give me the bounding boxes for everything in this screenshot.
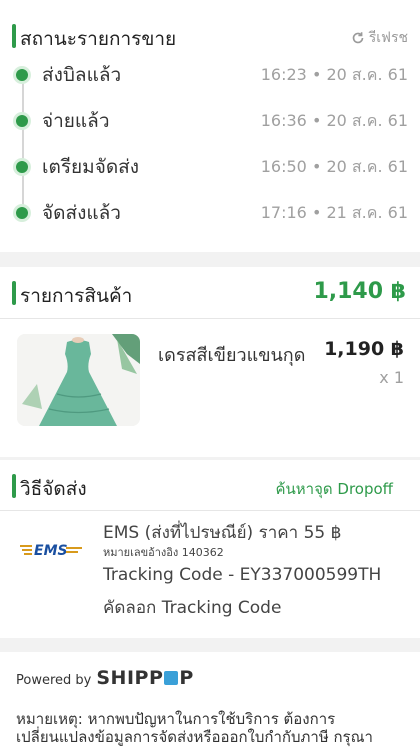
- divider: [0, 318, 420, 319]
- ems-logo: EMS: [20, 543, 82, 559]
- status-step: เตรียมจัดส่ง 16:50 • 20 ส.ค. 61: [16, 152, 408, 182]
- section-accent-bar: [12, 24, 16, 48]
- step-dot: [16, 207, 28, 219]
- refresh-label: รีเฟรช: [368, 30, 408, 46]
- step-label: ส่งบิลแล้ว: [42, 64, 122, 86]
- shippop-logo: SHIPP P: [96, 667, 193, 689]
- tracking-code: Tracking Code - EY337000599TH: [103, 565, 382, 585]
- product-name: เดรสสีเขียวแขนกุด: [158, 345, 306, 366]
- shipping-title: วิธีจัดส่ง: [20, 478, 87, 500]
- product-quantity: x 1: [379, 368, 404, 387]
- dress-image: [17, 334, 140, 426]
- step-dot: [16, 115, 28, 127]
- ems-logo-text: EMS: [34, 543, 68, 559]
- footer-note: หมายเหตุ: หากพบปัญหาในการใช้บริการ ต้องก…: [16, 710, 373, 746]
- status-step: จัดส่งแล้ว 17:16 • 21 ส.ค. 61: [16, 198, 408, 228]
- refresh-button[interactable]: รีเฟรช: [351, 27, 408, 49]
- step-time: 16:23 • 20 ส.ค. 61: [260, 64, 408, 84]
- powered-by: Powered by SHIPP P: [16, 667, 194, 689]
- refresh-icon: [352, 32, 364, 44]
- powered-by-label: Powered by: [16, 673, 92, 688]
- product-price: 1,190 ฿: [324, 338, 404, 360]
- shipping-reference: หมายเลขอ้างอิง 140362: [103, 546, 224, 559]
- step-label: เตรียมจัดส่ง: [42, 156, 140, 178]
- shipping-method: EMS (ส่งที่ไปรษณีย์) ราคา 55 ฿: [103, 523, 342, 543]
- divider: [0, 510, 420, 511]
- step-label: จัดส่งแล้ว: [42, 202, 121, 224]
- brand-part: P: [179, 667, 194, 689]
- copy-tracking-button[interactable]: คัดลอก Tracking Code: [103, 594, 281, 621]
- status-step: ส่งบิลแล้ว 16:23 • 20 ส.ค. 61: [16, 60, 408, 90]
- step-time: 16:50 • 20 ส.ค. 61: [260, 156, 408, 176]
- timeline-line: [22, 75, 24, 215]
- status-title: สถานะรายการขาย: [20, 28, 177, 50]
- section-accent-bar: [12, 474, 16, 498]
- find-dropoff-link[interactable]: ค้นหาจุด Dropoff: [276, 477, 394, 501]
- items-total: 1,140 ฿: [313, 279, 406, 304]
- step-time: 16:36 • 20 ส.ค. 61: [260, 110, 408, 130]
- step-dot: [16, 161, 28, 173]
- status-step: จ่ายแล้ว 16:36 • 20 ส.ค. 61: [16, 106, 408, 136]
- step-label: จ่ายแล้ว: [42, 110, 110, 132]
- brand-box-icon: [164, 671, 179, 685]
- items-title: รายการสินค้า: [20, 285, 133, 307]
- product-thumbnail[interactable]: [17, 334, 140, 426]
- section-accent-bar: [12, 281, 16, 305]
- step-time: 17:16 • 21 ส.ค. 61: [260, 202, 408, 222]
- step-dot: [16, 69, 28, 81]
- brand-part: SHIPP: [96, 667, 164, 689]
